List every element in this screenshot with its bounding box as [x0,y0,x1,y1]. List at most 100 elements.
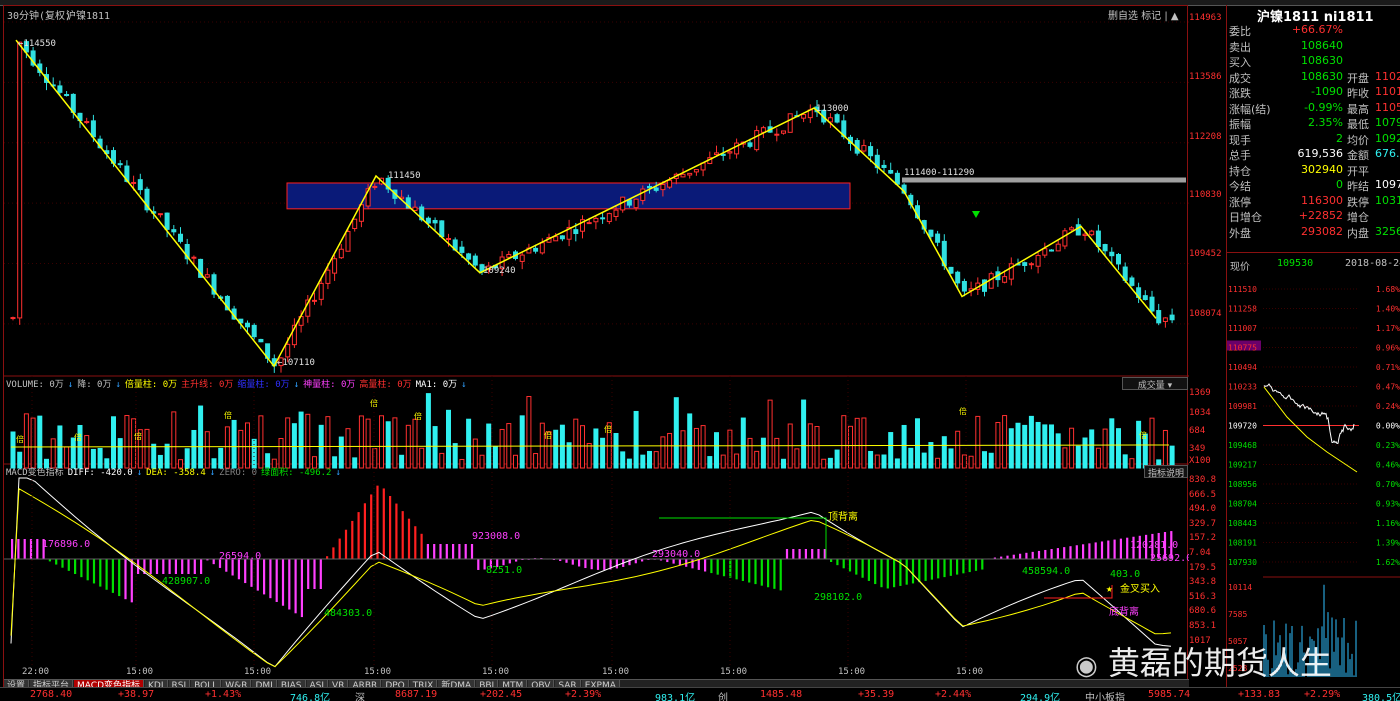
volume-bar [231,419,237,469]
quote-label: 振幅 [1229,118,1251,131]
macd-axis-label: 666.5 [1189,489,1217,500]
mini-pct-label: 0.96% [1376,344,1400,353]
volume-bar [707,456,713,469]
quote-row: 委比 +66.67% [1229,23,1399,38]
mini-price-line [1263,383,1355,445]
macd-bar [124,559,127,600]
volume-bar [1116,428,1121,469]
macd-bar [962,559,965,574]
header-item: 高量柱: 0万 [359,380,412,390]
volume-bar [1049,424,1054,469]
macd-bar [981,559,984,570]
volume-bar [459,458,465,469]
candle-body [171,229,177,233]
quote-value: 2.35% [1308,116,1343,129]
candle-body [1035,254,1041,267]
quote-label: 最低 [1347,118,1369,131]
quote-value: 1102 [1375,69,1400,83]
weibo-icon: ◉ [1075,651,1098,681]
price-annotation: 111450 [388,171,421,181]
macd-bar [307,559,310,589]
macd-bar [319,559,322,589]
quote-value: 619,536 [1297,147,1344,160]
quote-label: 今结 [1229,180,1251,193]
macd-bar [162,559,165,574]
candle-body [164,212,170,230]
intraday-mini-chart[interactable]: 111510 1.68% 111258 1.40% 111007 1.17% 110775 0… [1227,277,1400,687]
volume-bar [975,415,981,469]
candle-body [881,164,887,168]
volume-bar [204,431,210,469]
volume-bar [841,415,847,469]
macd-bar [754,559,757,585]
price-annotation: ←114550 [18,39,56,49]
volume-bar [1008,428,1014,469]
candle-body [801,114,807,119]
macd-bar [918,559,921,583]
macd-bar [880,559,883,588]
macd-bar [263,559,266,595]
candle-body [533,247,539,252]
price-axis-label: 114963 [1189,13,1222,23]
quote-row: 外盘 293082 内盘 3256 [1229,225,1400,240]
mini-pct-label: 1.40% [1376,305,1400,314]
mini-price-label: 110494 [1228,363,1257,372]
volume-bar [358,415,364,469]
volume-bar [908,447,914,469]
main-chart-panel[interactable]: ←114550 ←107110 111450 109240 113000 111400-1… [3,5,1189,694]
volume-dropdown[interactable]: 成交量 ▾ [1122,377,1188,391]
volume-bar [1028,415,1034,469]
remove-watchlist-button[interactable]: 删自选 [1108,11,1138,22]
macd-bar [357,512,360,559]
status-item: 2768.40 [30,689,73,700]
status-item: 中小板指 [1085,693,1125,701]
candle-body [613,209,619,218]
macd-value-label: 120281.0 [1130,540,1178,551]
candle-body [506,254,512,258]
candle-body [720,153,726,156]
macd-value-label: 176896.0 [42,539,90,550]
time-label: 22:00 [22,667,49,677]
volume-bar [1102,428,1108,469]
macd-value-label: 428907.0 [162,576,210,587]
macd-bar [407,518,411,559]
indicator-help-button[interactable]: 指标说明 [1144,465,1188,479]
toolbar-arrows[interactable]: | ▲ [1164,11,1178,22]
volume-bar [653,451,659,469]
candle-body [1162,317,1168,323]
candle-body [539,242,545,254]
macd-bar [464,544,467,559]
candle-body [714,152,719,156]
macd-bar [1006,555,1009,559]
candle-body [332,258,338,274]
macd-bar [710,559,713,574]
macd-bar [426,544,429,559]
price-annotation: 109240 [483,266,516,276]
candle-body [312,299,317,302]
candle-body [251,324,257,338]
candle-body [660,184,666,191]
chart-canvas[interactable]: ←114550 ←107110 111450 109240 113000 111400-1… [4,6,1189,688]
macd-bar [943,559,946,578]
status-item: 5985.74 [1148,689,1191,700]
macd-bar [848,559,852,572]
candle-body [640,188,646,201]
volume-bar [238,429,244,469]
candle-body [626,199,632,206]
volume-bar [700,425,706,469]
candle-body [372,185,378,188]
quote-row: 卖出 108640 [1229,39,1399,54]
candle-body [1129,277,1135,286]
mark-button[interactable]: 标记 [1141,11,1161,22]
candle-body [425,217,431,224]
volume-bar [854,417,860,469]
index-statusbar: 2768.40 +38.97 +1.43% 746.8亿 深 8687.19 +202.45… [0,687,1400,701]
mini-vol-label: 10114 [1228,583,1252,592]
volume-bar [124,415,130,469]
macd-bar [401,511,404,559]
header-item: MACD变色指标 [6,468,64,478]
volume-bar [941,436,947,469]
quote-value: 2 [1336,131,1343,145]
header-item: 倍量柱: 0万 [124,380,178,390]
macd-bar [74,559,77,574]
